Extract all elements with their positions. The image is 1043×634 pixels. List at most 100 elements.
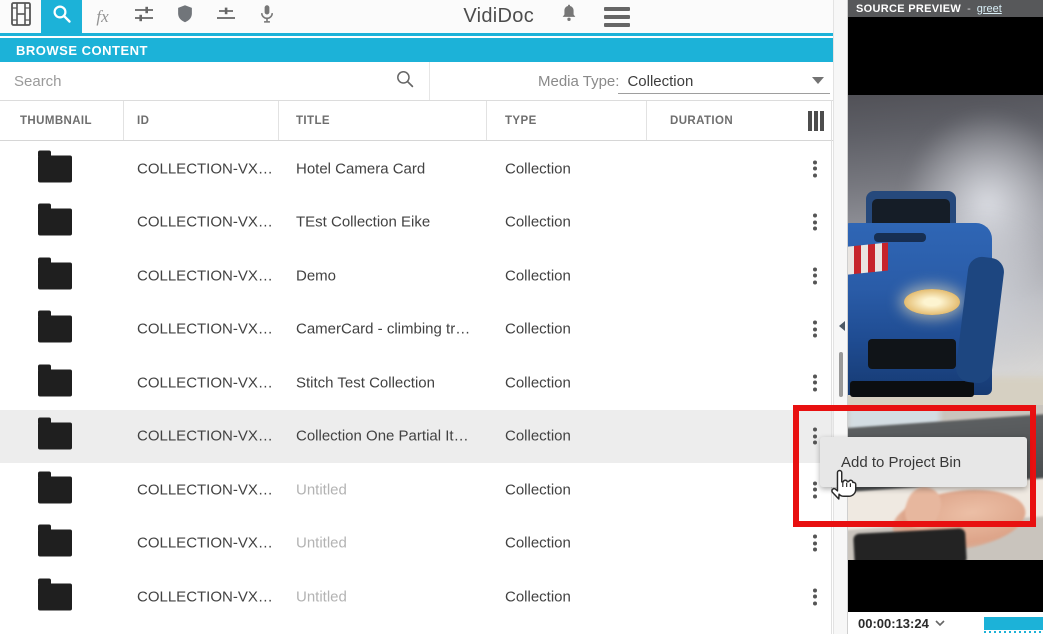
browse-content-title: BROWSE CONTENT	[16, 43, 148, 58]
source-preview-panel: SOURCE PREVIEW - greet	[848, 0, 1043, 634]
app-window: fx Vi	[0, 0, 1043, 634]
top-bar: fx Vi	[0, 0, 848, 33]
row-actions-kebab-icon[interactable]	[809, 584, 821, 609]
row-id: COLLECTION-VX…	[137, 321, 273, 338]
table-row[interactable]: COLLECTION-VX… TEst Collection Eike Coll…	[0, 196, 833, 250]
row-actions-kebab-icon[interactable]	[809, 370, 821, 395]
column-separator	[278, 101, 279, 140]
search-icon	[51, 3, 73, 30]
row-id: COLLECTION-VX…	[137, 374, 273, 391]
row-title: Collection One Partial It…	[296, 428, 469, 445]
table-row[interactable]: COLLECTION-VX… Stitch Test Collection Co…	[0, 356, 833, 410]
table-row[interactable]: COLLECTION-VX… Demo Collection	[0, 249, 833, 303]
equalizer-icon	[214, 2, 238, 31]
film-strip-tab[interactable]	[0, 0, 41, 33]
row-type: Collection	[505, 535, 571, 552]
preview-asset-link[interactable]: greet	[977, 3, 1002, 15]
car-headlight-shape	[904, 289, 960, 315]
table-row[interactable]: COLLECTION-VX… Untitled Collection	[0, 463, 833, 517]
car-grille-shape	[868, 339, 956, 369]
row-id: COLLECTION-VX…	[137, 588, 273, 605]
sliders-icon	[132, 2, 156, 31]
table-row[interactable]: COLLECTION-VX… Collection One Partial It…	[0, 410, 833, 464]
row-title: Untitled	[296, 535, 347, 552]
toolbar: fx	[0, 0, 287, 33]
row-id: COLLECTION-VX…	[137, 214, 273, 231]
row-id: COLLECTION-VX…	[137, 535, 273, 552]
row-actions-kebab-icon[interactable]	[809, 531, 821, 556]
accent-divider	[0, 33, 848, 36]
row-type: Collection	[505, 588, 571, 605]
search-tab[interactable]	[41, 0, 82, 33]
car-livery-stripe-shape	[848, 242, 888, 275]
media-type-underline	[618, 93, 830, 94]
table-row[interactable]: COLLECTION-VX… CamerCard - climbing tr… …	[0, 303, 833, 357]
app-title: VidiDoc	[463, 5, 534, 28]
row-id: COLLECTION-VX…	[137, 481, 273, 498]
letterbox-bar	[848, 560, 1043, 612]
sliders-tab[interactable]	[123, 0, 164, 33]
microphone-tab[interactable]	[246, 0, 287, 33]
effects-tab[interactable]: fx	[82, 0, 123, 33]
row-actions-kebab-icon[interactable]	[809, 317, 821, 342]
row-type: Collection	[505, 267, 571, 284]
row-type: Collection	[505, 481, 571, 498]
equalizer-tab[interactable]	[205, 0, 246, 33]
dark-object-shape	[853, 528, 967, 560]
table-right-border	[831, 100, 832, 634]
row-title: CamerCard - climbing tr…	[296, 321, 470, 338]
shield-tab[interactable]	[164, 0, 205, 33]
folder-icon	[38, 369, 72, 396]
column-separator	[486, 101, 487, 140]
column-separator	[123, 101, 124, 140]
column-settings-icon[interactable]	[808, 111, 824, 131]
column-header-thumbnail[interactable]: THUMBNAIL	[20, 101, 92, 140]
rally-car-shape	[848, 191, 992, 405]
browse-content-bar: BROWSE CONTENT	[0, 38, 840, 62]
media-type-select[interactable]: Media Type: Collection	[538, 62, 693, 100]
table-body: COLLECTION-VX… Hotel Camera Card Collect…	[0, 142, 833, 634]
car-windshield-shape	[872, 199, 950, 225]
notifications-bell-icon[interactable]	[558, 2, 580, 31]
row-title: TEst Collection Eike	[296, 214, 430, 231]
column-header-type[interactable]: TYPE	[505, 101, 537, 140]
timecode-dropdown[interactable]: 00:00:13:24	[858, 616, 946, 631]
column-header-title[interactable]: TITLE	[296, 101, 330, 140]
filter-row: Search Media Type: Collection	[0, 62, 833, 100]
timeline-segment[interactable]	[984, 617, 1043, 630]
folder-icon	[38, 262, 72, 289]
chevron-down-icon[interactable]	[812, 77, 824, 84]
row-actions-kebab-icon[interactable]	[809, 210, 821, 235]
table-row[interactable]: COLLECTION-VX… Untitled Collection	[0, 570, 833, 624]
scrollbar-thumb[interactable]	[839, 352, 843, 397]
microphone-icon	[256, 2, 278, 31]
row-type: Collection	[505, 160, 571, 177]
table-row[interactable]: COLLECTION-VX… Hotel Camera Card Collect…	[0, 142, 833, 196]
row-actions-kebab-icon[interactable]	[809, 156, 821, 181]
column-header-id[interactable]: ID	[137, 101, 149, 140]
folder-icon	[38, 423, 72, 450]
row-title: Demo	[296, 267, 336, 284]
panel-divider	[833, 0, 848, 634]
row-type: Collection	[505, 374, 571, 391]
row-title: Untitled	[296, 481, 347, 498]
preview-title-separator: -	[967, 3, 971, 15]
row-title: Stitch Test Collection	[296, 374, 435, 391]
row-actions-kebab-icon[interactable]	[809, 263, 821, 288]
source-preview-header: SOURCE PREVIEW - greet	[848, 0, 1043, 17]
row-title: Hotel Camera Card	[296, 160, 425, 177]
menu-icon[interactable]	[604, 7, 630, 27]
folder-icon	[38, 476, 72, 503]
search-input[interactable]: Search	[0, 62, 430, 100]
video-frame-rally-car	[848, 95, 1043, 405]
column-header-duration[interactable]: DURATION	[670, 101, 733, 140]
media-type-label: Media Type:	[538, 73, 619, 90]
preview-controls-bar: 00:00:13:24	[848, 612, 1043, 634]
row-title: Untitled	[296, 588, 347, 605]
collapse-panel-arrow-icon[interactable]	[839, 321, 845, 331]
media-type-value: Collection	[627, 73, 693, 90]
magnifier-icon[interactable]	[395, 69, 415, 94]
table-row[interactable]: COLLECTION-VX… Untitled Collection	[0, 517, 833, 571]
shield-icon	[174, 2, 196, 31]
timecode-value: 00:00:13:24	[858, 616, 929, 631]
